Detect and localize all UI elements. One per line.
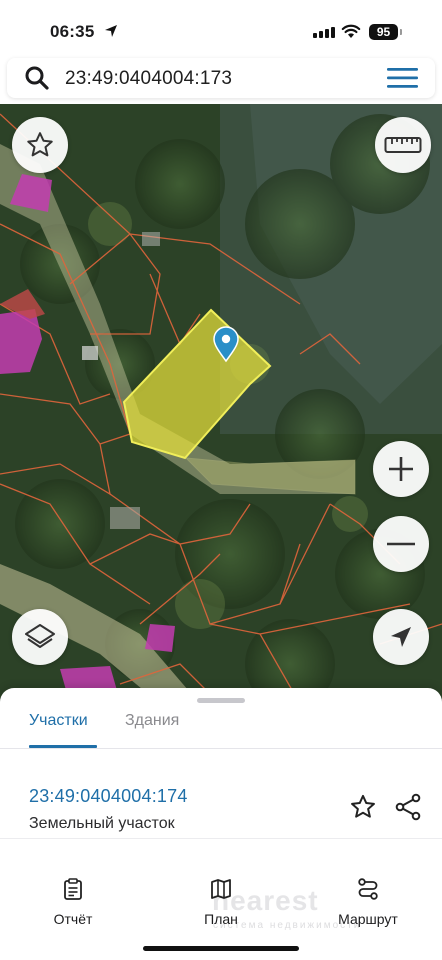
- share-icon[interactable]: [394, 793, 422, 821]
- route-icon: [358, 878, 378, 900]
- menu-icon[interactable]: [387, 67, 418, 89]
- report-icon: [64, 878, 82, 900]
- nav-route-label: Маршрут: [338, 911, 398, 927]
- star-icon: [27, 132, 53, 157]
- favorite-map-button[interactable]: [12, 117, 68, 173]
- search-bar[interactable]: 23:49:0404004:173: [7, 58, 435, 98]
- wifi-icon: [341, 24, 361, 38]
- nav-plan-label: План: [204, 911, 238, 927]
- search-input[interactable]: 23:49:0404004:173: [65, 68, 232, 90]
- satellite-map[interactable]: [0, 104, 442, 704]
- parcel-type: Земельный участок: [29, 815, 175, 832]
- battery-tip: [400, 29, 402, 35]
- status-time: 06:35: [50, 22, 95, 41]
- ruler-button[interactable]: [375, 117, 431, 173]
- zoom-out-icon: [387, 542, 415, 546]
- tab-buildings[interactable]: Здания: [125, 712, 179, 730]
- battery-level: 95: [369, 24, 398, 40]
- location-arrow-icon: [105, 25, 117, 37]
- sheet-grabber[interactable]: [197, 698, 245, 703]
- nav-report[interactable]: Отчёт: [28, 878, 118, 927]
- bottom-sheet: Участки Здания 23:49:0404004:174 Земельн…: [0, 688, 442, 960]
- layers-icon: [25, 624, 55, 648]
- search-icon[interactable]: [24, 65, 50, 91]
- zoom-out-button[interactable]: [373, 516, 429, 572]
- nav-report-label: Отчёт: [53, 911, 93, 927]
- home-indicator: [143, 946, 299, 951]
- navigation-arrow-icon: [391, 627, 411, 647]
- favorite-star-icon[interactable]: [349, 793, 377, 821]
- ruler-icon: [384, 137, 422, 153]
- zoom-in-button[interactable]: [373, 441, 429, 497]
- map-plan-icon: [211, 879, 231, 899]
- layers-button[interactable]: [12, 609, 68, 665]
- status-bar: 06:35 95: [0, 0, 442, 58]
- zoom-in-icon: [389, 457, 413, 481]
- map-imagery[interactable]: [0, 104, 442, 704]
- cellular-signal-icon: [313, 27, 335, 38]
- parcel-cadastral-number[interactable]: 23:49:0404004:174: [29, 786, 188, 807]
- nav-route[interactable]: Маршрут: [323, 878, 413, 927]
- nav-plan[interactable]: План: [176, 878, 266, 927]
- tab-parcels[interactable]: Участки: [29, 712, 88, 730]
- navigation-button[interactable]: [373, 609, 429, 665]
